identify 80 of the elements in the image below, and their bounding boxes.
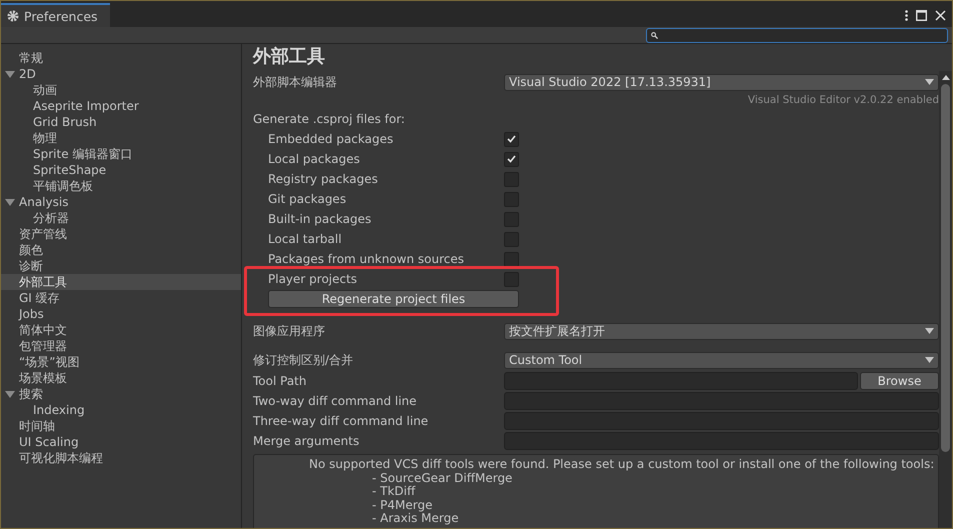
- checkbox[interactable]: [504, 272, 519, 286]
- dropdown-caret-icon: [925, 79, 934, 85]
- dropdown-caret-icon: [925, 357, 934, 363]
- expand-arrow-icon[interactable]: [5, 69, 15, 79]
- field-label: 图像应用程序: [253, 322, 326, 340]
- sidebar-item[interactable]: 时间轴: [1, 418, 241, 434]
- diff-tool-dropdown[interactable]: Custom Tool: [504, 352, 939, 368]
- sidebar-item[interactable]: Sprite 编辑器窗口: [1, 146, 241, 162]
- option-label: Registry packages: [267, 172, 379, 186]
- sidebar-item[interactable]: 包管理器: [1, 338, 241, 354]
- editor-version-note: Visual Studio Editor v2.0.22 enabled: [748, 94, 939, 106]
- browse-button[interactable]: Browse: [860, 372, 939, 390]
- sidebar-item[interactable]: 场景模板: [1, 370, 241, 386]
- sidebar-item[interactable]: 简体中文: [1, 322, 241, 338]
- close-icon[interactable]: [935, 10, 946, 20]
- sidebar-item[interactable]: Aseprite Importer: [1, 98, 241, 114]
- checkmark-icon: [507, 135, 516, 143]
- sidebar-item[interactable]: 外部工具: [1, 274, 241, 290]
- sidebar-item[interactable]: 物理: [1, 130, 241, 146]
- tool-list-item: - SourceGear DiffMerge: [371, 472, 514, 485]
- sidebar-item[interactable]: 诊断: [1, 258, 241, 274]
- checkbox[interactable]: [504, 132, 519, 146]
- sidebar-item[interactable]: 动画: [1, 82, 241, 98]
- preferences-tab[interactable]: Preferences: [1, 3, 110, 27]
- option-label: Git packages: [267, 192, 348, 206]
- regenerate-button[interactable]: Regenerate project files: [268, 290, 519, 308]
- option-label: Embedded packages: [267, 132, 394, 146]
- sidebar-item[interactable]: Analysis: [1, 194, 241, 210]
- sidebar-item[interactable]: UI Scaling: [1, 434, 241, 450]
- image-app-dropdown[interactable]: 按文件扩展名打开: [504, 322, 939, 340]
- sidebar-item[interactable]: 搜索: [1, 386, 241, 402]
- field-label: Two-way diff command line: [253, 394, 418, 408]
- tool-list-item: - P4Merge: [371, 498, 434, 512]
- sidebar-item[interactable]: 平铺调色板: [1, 178, 241, 194]
- option-label: Built-in packages: [267, 212, 372, 226]
- maximize-icon[interactable]: [916, 10, 927, 20]
- expand-arrow-icon[interactable]: [5, 197, 15, 207]
- field-label: 修订控制区别/合并: [253, 352, 354, 368]
- sidebar-item[interactable]: GI 缓存: [1, 290, 241, 306]
- more-options-icon[interactable]: [905, 10, 908, 20]
- sidebar-item[interactable]: Indexing: [1, 402, 241, 418]
- search-field[interactable]: [646, 28, 948, 42]
- option-label: Player projects: [267, 272, 358, 286]
- scrollbar-thumb[interactable]: [941, 84, 950, 452]
- sidebar-item[interactable]: 资产管线: [1, 226, 241, 242]
- tool-list-item: - TkDiff: [371, 485, 416, 498]
- sidebar-item[interactable]: 颜色: [1, 242, 241, 258]
- help-message: No supported VCS diff tools were found. Please set up a custom tool or install one of the following tools:: [308, 458, 936, 472]
- field-label: Three-way diff command line: [253, 414, 430, 428]
- option-label: Local tarball: [267, 232, 343, 246]
- field-label: Merge arguments: [253, 434, 360, 448]
- search-icon: [651, 32, 658, 38]
- field-label: 外部脚本编辑器: [253, 74, 338, 90]
- field-label: Tool Path: [253, 374, 308, 388]
- sidebar-item[interactable]: 常规: [1, 50, 241, 66]
- checkbox[interactable]: [504, 232, 519, 246]
- sidebar-item[interactable]: “场景”视图: [1, 354, 241, 370]
- checkbox[interactable]: [504, 212, 519, 226]
- page-heading: 外部工具: [253, 45, 326, 69]
- expand-arrow-icon[interactable]: [5, 389, 15, 399]
- checkmark-icon: [507, 155, 516, 163]
- checkbox[interactable]: [504, 172, 519, 186]
- gear-icon: [7, 10, 19, 22]
- checkbox[interactable]: [504, 152, 519, 166]
- sidebar-item[interactable]: Grid Brush: [1, 114, 241, 130]
- scrollbar[interactable]: [939, 71, 952, 528]
- option-label: Packages from unknown sources: [267, 252, 465, 266]
- checkbox[interactable]: [504, 252, 519, 266]
- scroll-up-arrow-icon[interactable]: [942, 75, 950, 80]
- sidebar-item[interactable]: 可视化脚本编程: [1, 450, 241, 466]
- sidebar-item[interactable]: 分析器: [1, 210, 241, 226]
- sidebar-item[interactable]: SpriteShape: [1, 162, 241, 178]
- option-label: Local packages: [267, 152, 361, 166]
- checkbox[interactable]: [504, 192, 519, 206]
- editor-dropdown[interactable]: Visual Studio 2022 [17.13.35931]: [504, 74, 939, 90]
- tool-list-item: - Araxis Merge: [371, 512, 460, 526]
- sidebar-item[interactable]: Jobs: [1, 306, 241, 322]
- section-label: Generate .csproj files for:: [253, 112, 406, 126]
- sidebar-item[interactable]: 2D: [1, 66, 241, 82]
- dropdown-caret-icon: [925, 328, 934, 334]
